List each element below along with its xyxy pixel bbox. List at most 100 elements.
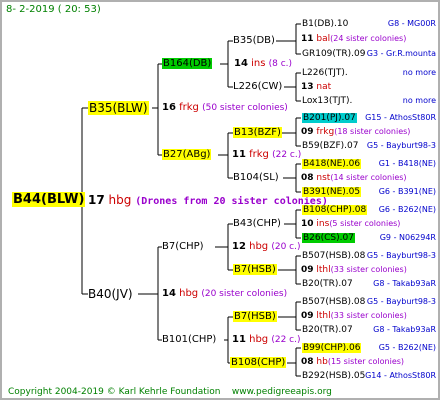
l4-ref-7: G6 - B391(NE) xyxy=(378,187,436,196)
l1-name-0: B35(BLW) xyxy=(88,101,149,115)
l3-name-1: L226(CW) xyxy=(233,81,283,92)
l4-node-5[interactable]: B59(BZF).07 xyxy=(302,140,358,152)
l4-node-10[interactable]: B507(HSB).08 xyxy=(302,250,365,262)
l3-num-1: 13 xyxy=(301,82,314,92)
l4-node-11[interactable]: B20(TR).07 xyxy=(302,278,353,290)
l1-node-0[interactable]: B35(BLW) xyxy=(88,101,149,115)
l4-name-0: B1(DB).10 xyxy=(302,19,349,29)
l4-node-2[interactable]: L226(TJT). xyxy=(302,67,348,79)
l2-note-3: (22 c.) xyxy=(271,335,301,345)
root-name: B44(BLW) xyxy=(12,192,86,207)
l3-node-0[interactable]: B35(DB) xyxy=(233,35,275,47)
l3-num-2: 09 xyxy=(301,127,314,137)
pedigree-frame: 8- 2-2019 ( 20: 53) B44(BLW) 17 hbg (Dro… xyxy=(0,0,440,400)
l1-info-0: 16 frkg (50 sister colonies) xyxy=(162,102,288,114)
l4-node-4[interactable]: B201(PJ).07 xyxy=(302,112,357,124)
l3-breed-2: frkg xyxy=(316,127,335,137)
l2-info-0: 14 ins (8 c.) xyxy=(234,58,292,70)
l4-ref-8: G6 - B262(NE) xyxy=(378,205,436,214)
l3-name-6: B7(HSB) xyxy=(233,311,277,322)
l3-breed-1: nat xyxy=(316,82,332,92)
l4-name-9: B26(CS).07 xyxy=(302,233,355,243)
l4-node-3[interactable]: Lox13(TJT). xyxy=(302,95,352,107)
l3-note-6: (33 sister colonies) xyxy=(330,311,407,320)
l4-name-6: B418(NE).06 xyxy=(302,159,362,169)
l4-name-15: B292(HSB).05 xyxy=(302,371,366,381)
l3-info-6: 09 lthl(33 sister colonies) xyxy=(301,310,407,322)
root-node[interactable]: B44(BLW) xyxy=(12,192,86,207)
l4-node-6[interactable]: B418(NE).06 xyxy=(302,158,362,170)
l2-breed-2: hbg xyxy=(249,241,269,252)
l4-node-8[interactable]: B108(CHP).08 xyxy=(302,204,368,216)
l2-num-2: 12 xyxy=(232,241,246,252)
l4-node-13[interactable]: B20(TR).07 xyxy=(302,324,353,336)
l4-ref-2: no more xyxy=(402,68,436,77)
l4-name-1: GR109(TR).09 xyxy=(302,49,366,59)
l2-node-0[interactable]: B164(DB) xyxy=(162,58,213,70)
l1-node-1[interactable]: B40(JV) xyxy=(88,288,133,300)
l3-node-4[interactable]: B43(CHP) xyxy=(233,218,281,230)
l2-note-0: (8 c.) xyxy=(268,59,293,69)
footer: Copyright 2004-2019 © Karl Kehrle Founda… xyxy=(8,386,332,398)
l3-note-4: (5 sister colonies) xyxy=(329,219,401,228)
l2-node-2[interactable]: B7(CHP) xyxy=(162,241,204,253)
l2-breed-1: frkg xyxy=(249,149,269,160)
l2-name-1: B27(ABg) xyxy=(162,149,212,160)
l2-node-1[interactable]: B27(ABg) xyxy=(162,149,212,161)
l4-ref-0: G8 - MG00R xyxy=(387,19,436,28)
root-num: 17 xyxy=(88,193,105,207)
l1-note-1: (20 sister colonies) xyxy=(201,289,288,299)
l4-ref-11: G8 - Takab93aR xyxy=(373,279,436,288)
l3-name-3: B104(SL) xyxy=(233,172,279,183)
l4-name-10: B507(HSB).08 xyxy=(302,251,366,261)
l2-num-1: 11 xyxy=(232,149,246,160)
l3-node-6[interactable]: B7(HSB) xyxy=(233,311,277,323)
l4-ref-5: G5 - Bayburt98-3 xyxy=(366,141,436,150)
l4-node-14[interactable]: B99(CHP).06 xyxy=(302,342,362,354)
l3-node-5[interactable]: B7(HSB) xyxy=(233,264,277,276)
root-note: (Drones from 20 sister colonies) xyxy=(135,196,328,207)
l3-info-2: 09 frkg(18 sister colonies) xyxy=(301,126,410,138)
l3-node-7[interactable]: B108(CHP) xyxy=(230,357,287,369)
l2-node-3[interactable]: B101(CHP) xyxy=(162,334,216,346)
l3-info-4: 10 ins(5 sister colonies) xyxy=(301,218,400,230)
l4-ref-6: G1 - B418(NE) xyxy=(378,159,436,168)
l3-breed-4: ins xyxy=(316,219,330,229)
l4-ref-3: no more xyxy=(402,96,436,105)
l4-name-3: Lox13(TJT). xyxy=(302,96,353,106)
l2-num-0: 14 xyxy=(234,58,248,69)
l3-info-1: 13 nat xyxy=(301,81,331,93)
l3-info-3: 08 nst(14 sister colonies) xyxy=(301,172,407,184)
l3-name-4: B43(CHP) xyxy=(233,218,281,229)
l3-note-3: (14 sister colonies) xyxy=(330,173,407,182)
l4-node-0[interactable]: B1(DB).10 xyxy=(302,18,348,30)
l4-ref-12: G5 - Bayburt98-3 xyxy=(366,297,436,306)
l4-name-13: B20(TR).07 xyxy=(302,325,353,335)
l4-ref-9: G9 - N06294R xyxy=(379,233,436,242)
l3-num-3: 08 xyxy=(301,173,314,183)
l4-node-9[interactable]: B26(CS).07 xyxy=(302,232,355,244)
l3-node-3[interactable]: B104(SL) xyxy=(233,172,279,184)
l3-note-2: (18 sister colonies) xyxy=(334,127,411,136)
l2-info-3: 11 hbg (22 c.) xyxy=(232,334,301,346)
l4-node-1[interactable]: GR109(TR).09 xyxy=(302,48,366,60)
l3-info-7: 08 hb(15 sister colonies) xyxy=(301,356,404,368)
l4-ref-1: G3 - Gr.R.mounta xyxy=(366,49,436,58)
l1-name-1: B40(JV) xyxy=(88,287,133,301)
l4-node-12[interactable]: B507(HSB).08 xyxy=(302,296,365,308)
l3-node-1[interactable]: L226(CW) xyxy=(233,81,282,93)
l3-node-2[interactable]: B13(BZF) xyxy=(233,127,282,139)
l3-breed-0: bal xyxy=(316,34,331,44)
l3-note-7: (15 sister colonies) xyxy=(327,357,405,366)
l2-note-1: (22 c.) xyxy=(272,150,302,160)
l2-name-2: B7(CHP) xyxy=(162,241,204,252)
l4-node-7[interactable]: B391(NE).05 xyxy=(302,186,362,198)
l4-node-15[interactable]: B292(HSB).05 xyxy=(302,370,365,382)
footer-site-link[interactable]: www.pedigreeapis.org xyxy=(232,387,332,397)
l4-name-2: L226(TJT). xyxy=(302,68,348,78)
l1-note-0: (50 sister colonies) xyxy=(202,103,288,113)
l4-ref-13: G8 - Takab93aR xyxy=(373,325,436,334)
l1-num-0: 16 xyxy=(162,102,176,113)
l3-note-0: (24 sister colonies) xyxy=(330,34,407,43)
l2-breed-0: ins xyxy=(251,58,266,69)
